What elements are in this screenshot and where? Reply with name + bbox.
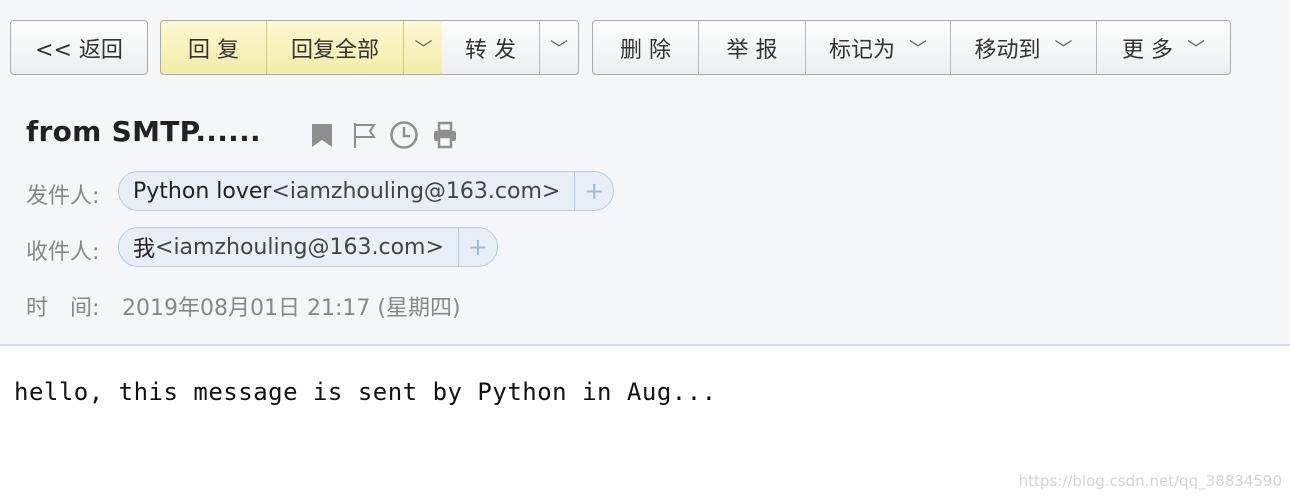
more-button[interactable]: 更 多 ﹀	[1097, 21, 1230, 74]
reply-button-group: 回 复 回复全部 ﹀	[160, 20, 444, 75]
report-button[interactable]: 举 报	[699, 21, 806, 74]
forward-dropdown[interactable]: ﹀	[540, 21, 578, 74]
print-icon[interactable]	[430, 120, 460, 150]
move-to-button[interactable]: 移动到 ﹀	[951, 21, 1097, 74]
delete-button[interactable]: 删 除	[593, 21, 699, 74]
sender-name: Python lover	[133, 178, 272, 204]
time-label: 时 间:	[26, 296, 100, 321]
reply-all-button[interactable]: 回复全部	[267, 21, 404, 74]
recipient-address: <iamzhouling@163.com>	[155, 234, 444, 260]
mark-as-button[interactable]: 标记为 ﹀	[806, 21, 951, 74]
bookmark-icon[interactable]	[307, 120, 337, 150]
chevron-down-icon: ﹀	[1054, 38, 1073, 60]
forward-button-group: 转 发 ﹀	[442, 20, 579, 75]
chevron-down-icon: ﹀	[550, 38, 568, 60]
time-value: 2019年08月01日 21:17 (星期四)	[122, 296, 461, 321]
chevron-down-icon: ﹀	[414, 38, 433, 60]
reply-button[interactable]: 回 复	[161, 21, 267, 74]
recipient-label: 收件人:	[26, 240, 100, 265]
sender-chip-text: Python lover <iamzhouling@163.com>	[119, 172, 576, 210]
add-contact-button[interactable]: +	[459, 228, 497, 266]
chevron-down-icon: ﹀	[1187, 38, 1205, 60]
sender-chip[interactable]: Python lover <iamzhouling@163.com> +	[118, 171, 615, 211]
back-button-group: << 返回	[10, 20, 148, 75]
sender-label: 发件人:	[26, 184, 100, 209]
add-contact-button[interactable]: +	[575, 172, 613, 210]
more-label: 更 多	[1122, 37, 1173, 63]
recipient-name: 我	[133, 237, 156, 262]
chevron-down-icon: ﹀	[909, 38, 927, 60]
email-header: << 返回 回 复 回复全部 ﹀ 转 发 ﹀ 删 除 举 报 标记为 ﹀ 移动到…	[0, 0, 1290, 346]
clock-icon[interactable]	[389, 120, 419, 150]
email-body: hello, this message is sent by Python in…	[14, 378, 717, 406]
email-subject: from SMTP......	[26, 115, 261, 148]
sender-address: <iamzhouling@163.com>	[271, 178, 561, 204]
back-button[interactable]: << 返回	[11, 21, 147, 74]
recipient-chip-text: 我 <iamzhouling@163.com>	[119, 228, 459, 266]
mark-as-label: 标记为	[828, 37, 895, 63]
action-button-group: 删 除 举 报 标记为 ﹀ 移动到 ﹀ 更 多 ﹀	[592, 20, 1231, 75]
watermark: https://blog.csdn.net/qq_38834590	[1018, 472, 1282, 490]
flag-icon[interactable]	[349, 120, 379, 150]
recipient-chip[interactable]: 我 <iamzhouling@163.com> +	[118, 227, 498, 267]
move-to-label: 移动到	[974, 37, 1041, 63]
forward-button[interactable]: 转 发	[442, 21, 540, 74]
reply-all-dropdown[interactable]: ﹀	[404, 21, 443, 74]
